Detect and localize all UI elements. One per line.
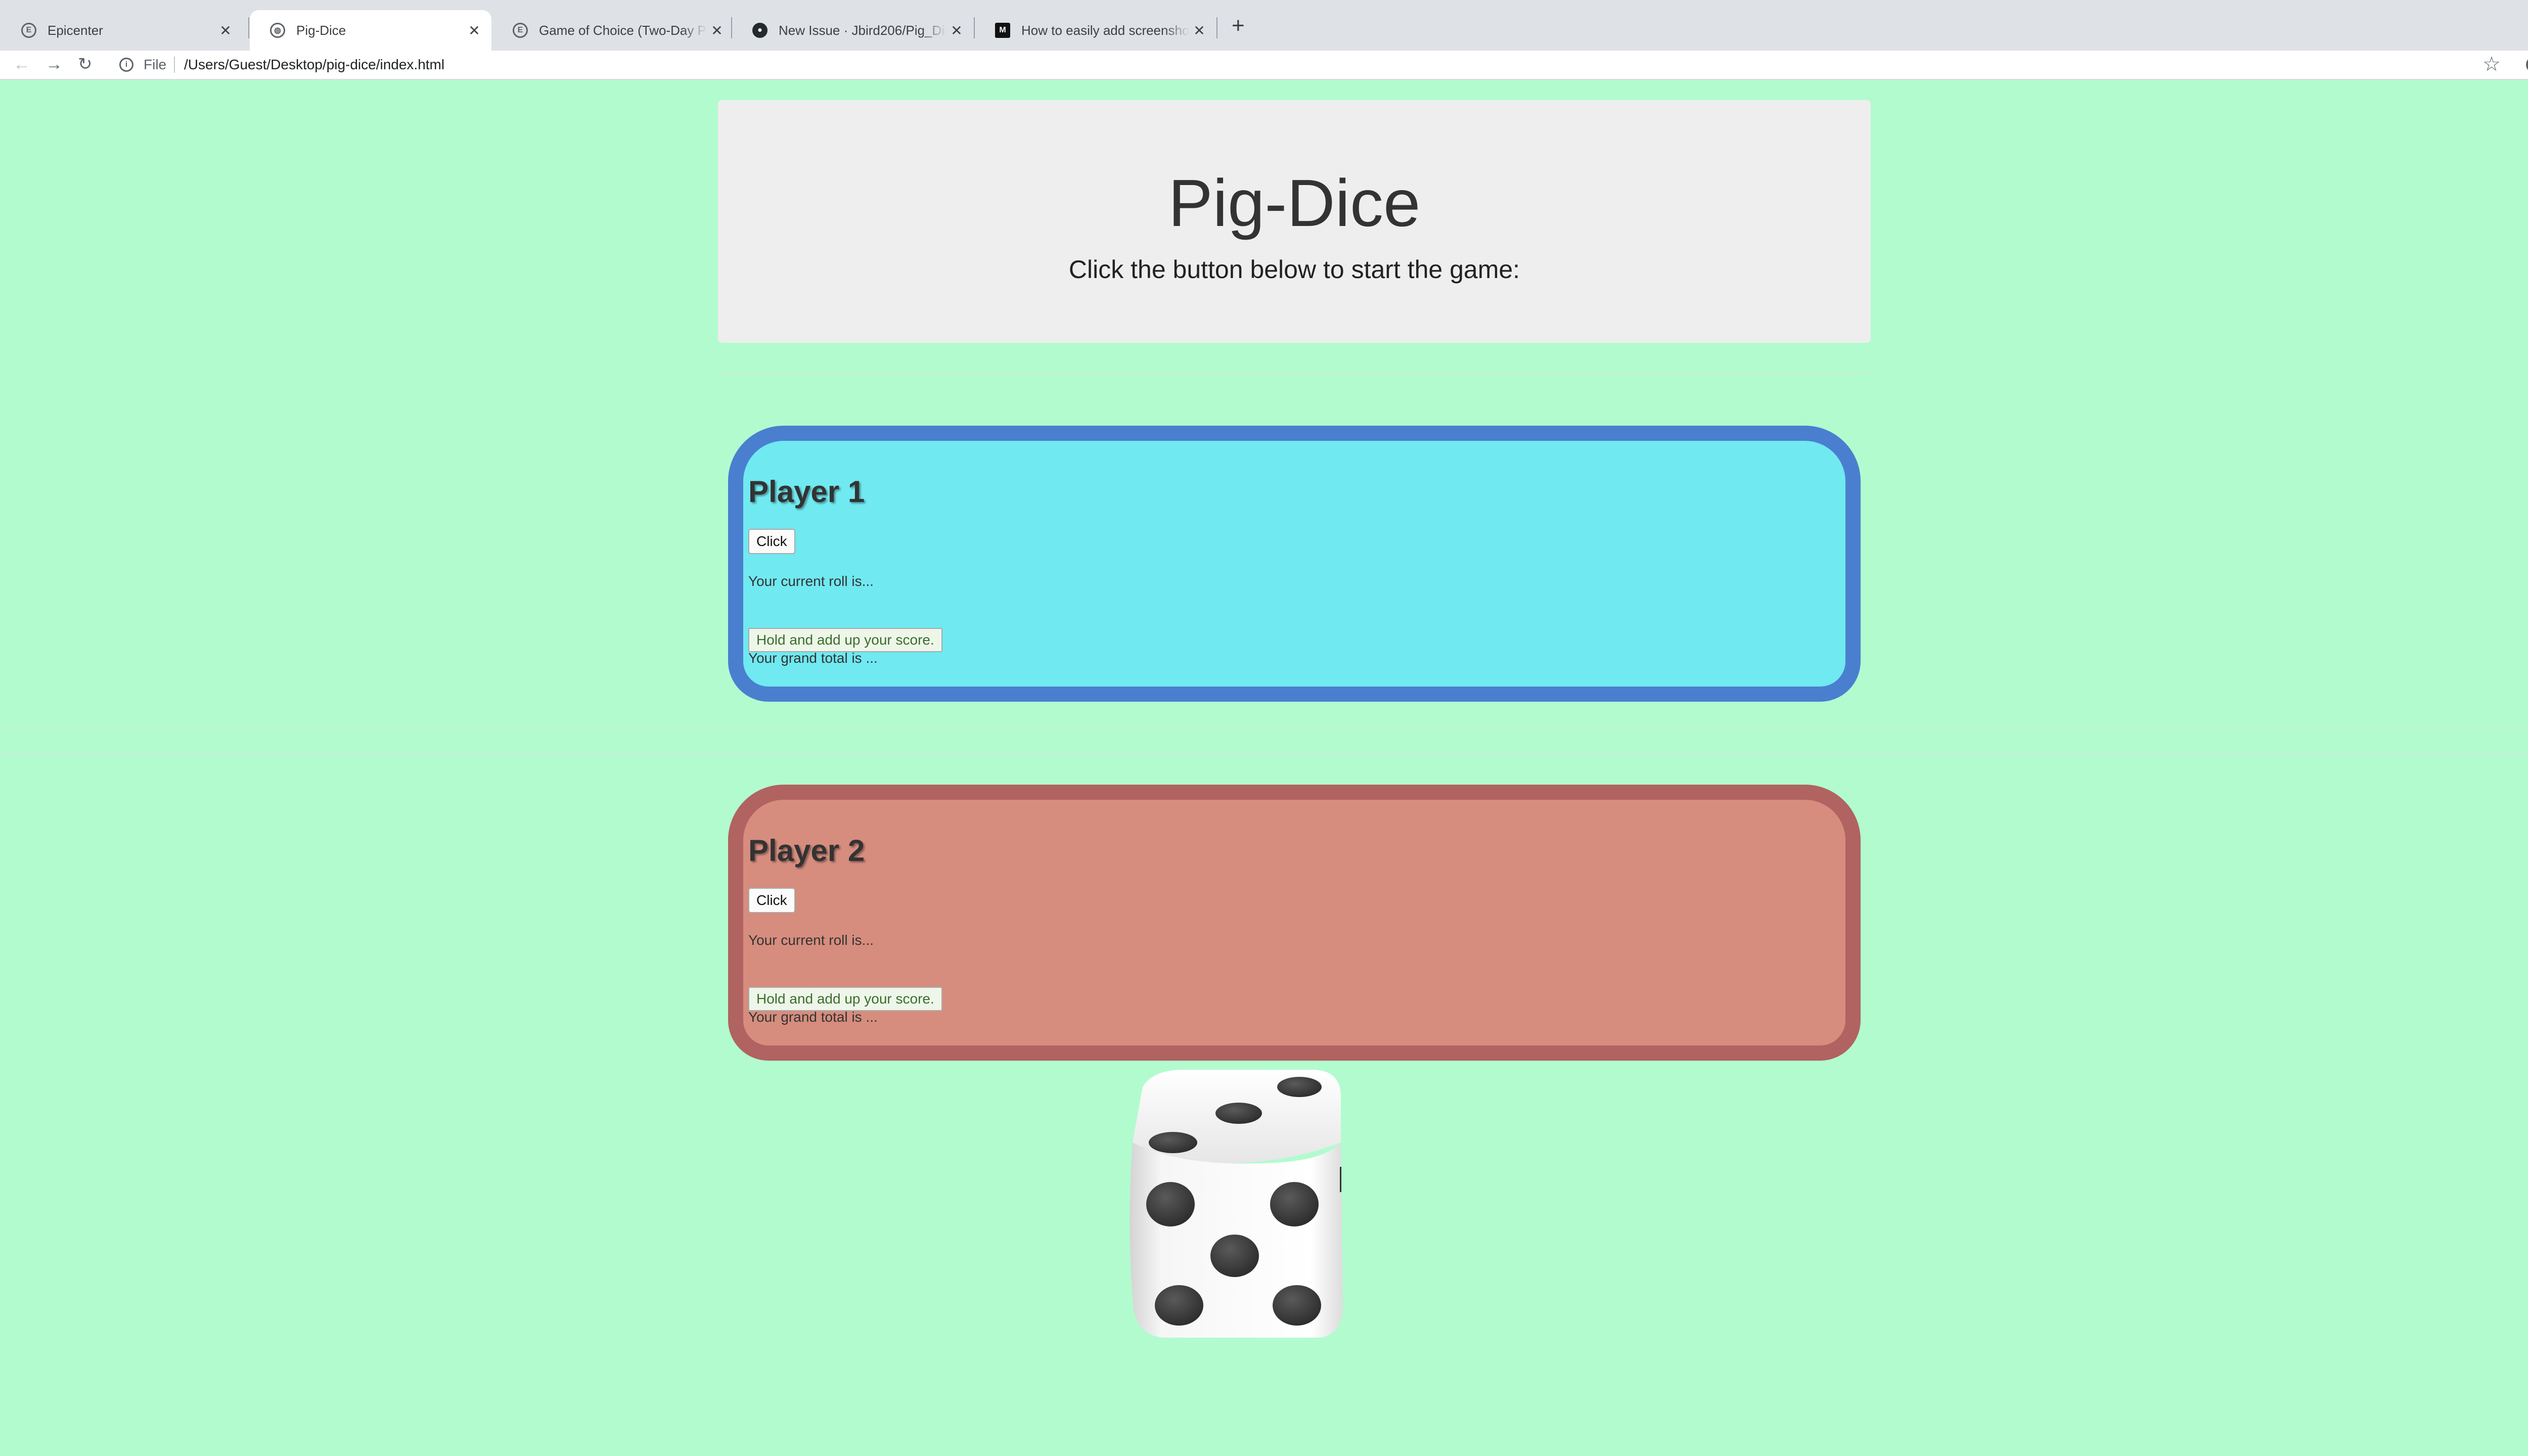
player1-hold-button[interactable]: Hold and add up your score.: [748, 628, 942, 652]
dice-pip: [1155, 1285, 1203, 1326]
tab-title: How to easily add screenshots: [1021, 22, 1189, 38]
tab-separator: [248, 17, 249, 38]
globe-icon: ◍: [270, 23, 285, 38]
player2-title: Player 2: [748, 834, 865, 868]
page-subtitle: Click the button below to start the game…: [1068, 255, 1520, 284]
info-icon[interactable]: i: [119, 58, 133, 72]
browser-toolbar: ← → ↻ i File /Users/Guest/Desktop/pig-di…: [0, 51, 2528, 80]
player1-grand-total: Your grand total is ...: [748, 650, 878, 666]
tab-game-of-choice[interactable]: E Game of Choice (Two-Day Project) ✕: [492, 10, 734, 51]
close-icon[interactable]: ✕: [946, 22, 967, 39]
omnibox-divider: [174, 57, 175, 73]
player1-title: Player 1: [748, 475, 865, 509]
profile-icon[interactable]: [2526, 57, 2528, 73]
close-icon[interactable]: ✕: [1189, 22, 1209, 39]
dice-pip: [1270, 1182, 1319, 1226]
github-icon: ●: [752, 23, 768, 38]
dice-pip: [1273, 1285, 1321, 1326]
divider: [718, 373, 1871, 374]
medium-icon: M: [995, 23, 1010, 38]
tab-title: Epicenter: [48, 22, 103, 38]
player1-current-roll: Your current roll is...: [748, 573, 874, 589]
tab-new-issue[interactable]: ● New Issue · Jbird206/Pig_Dice ✕: [732, 10, 974, 51]
player2-roll-button[interactable]: Click: [748, 888, 795, 913]
player2-panel: Player 2 Click Your current roll is... H…: [728, 785, 1861, 1061]
player2-current-roll: Your current roll is...: [748, 932, 874, 948]
epicenter-icon: E: [513, 23, 528, 38]
close-icon[interactable]: ✕: [464, 22, 484, 39]
text-cursor: [1340, 1167, 1341, 1192]
header-jumbotron: Pig-Dice Click the button below to start…: [718, 100, 1871, 343]
tab-title: Game of Choice (Two-Day Project): [539, 22, 707, 38]
reload-icon[interactable]: ↻: [78, 52, 93, 77]
dice-pip: [1149, 1132, 1197, 1153]
close-icon[interactable]: ✕: [707, 22, 727, 39]
forward-arrow-icon[interactable]: →: [46, 52, 63, 77]
dice-pip: [1277, 1077, 1322, 1097]
plus-icon[interactable]: +: [1232, 13, 1245, 38]
divider: [0, 753, 2528, 754]
bookmark-star-icon[interactable]: ☆: [2482, 53, 2501, 76]
dice-pip: [1210, 1235, 1259, 1277]
page-title: Pig-Dice: [1168, 166, 1421, 240]
browser-tab-strip: E Epicenter ✕ ◍ Pig-Dice ✕ E Game of Cho…: [0, 0, 2528, 51]
dice-pip: [1146, 1182, 1195, 1226]
player1-roll-button[interactable]: Click: [748, 529, 795, 554]
player2-grand-total: Your grand total is ...: [748, 1009, 878, 1025]
player1-panel: Player 1 Click Your current roll is... H…: [728, 426, 1861, 702]
tab-title: New Issue · Jbird206/Pig_Dice: [779, 22, 946, 38]
tab-epicenter[interactable]: E Epicenter ✕: [1, 10, 243, 51]
player2-hold-button[interactable]: Hold and add up your score.: [748, 987, 942, 1011]
back-arrow-icon[interactable]: ←: [13, 52, 30, 77]
omnibox-scheme-label: File: [144, 57, 167, 72]
tab-title: Pig-Dice: [296, 22, 346, 38]
dice-pip: [1215, 1103, 1262, 1124]
epicenter-icon: E: [21, 23, 36, 38]
divider: [0, 729, 2528, 730]
tab-screenshots-article[interactable]: M How to easily add screenshots ✕: [975, 10, 1216, 51]
tab-separator: [1216, 17, 1217, 38]
dice-icon: [1130, 1070, 1343, 1338]
close-icon[interactable]: ✕: [215, 22, 236, 39]
address-bar[interactable]: /Users/Guest/Desktop/pig-dice/index.html: [184, 57, 444, 73]
tab-pig-dice[interactable]: ◍ Pig-Dice ✕: [250, 10, 491, 51]
